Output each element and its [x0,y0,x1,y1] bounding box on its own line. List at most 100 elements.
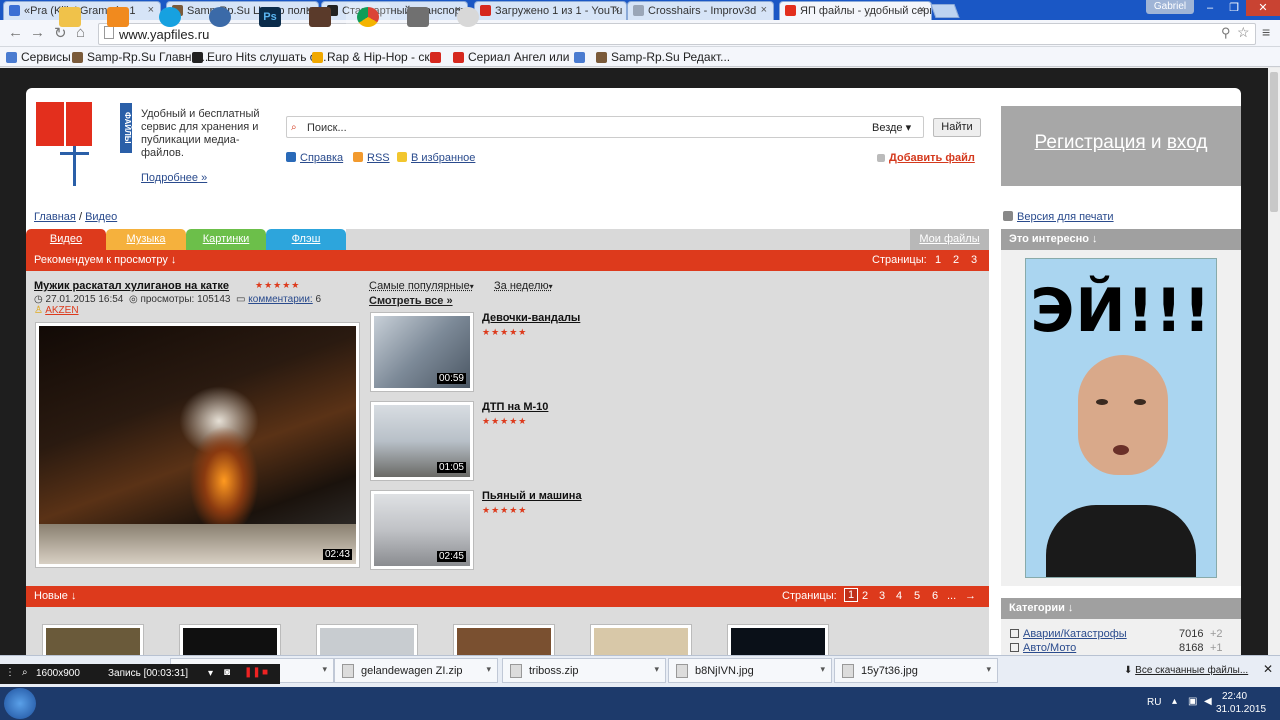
key-icon[interactable]: ⚲ [1221,25,1231,41]
bookmark-item[interactable]: Сериал Ангел или ... [453,50,583,64]
video-rating[interactable]: ★★★★★ [482,505,527,516]
download-item[interactable]: b8NjIVN.jpg ▾ [668,658,832,683]
search-input[interactable]: Поиск... [286,116,924,138]
featured-video-frame[interactable]: 02:43 [39,326,356,564]
video-title-link[interactable]: ДТП на М-10 [482,401,548,413]
download-menu-icon[interactable]: ▾ [820,664,825,675]
bookmark-item[interactable]: Сервисы [6,50,71,64]
register-link[interactable]: Регистрация [1035,132,1146,153]
period-filter[interactable]: За неделю▾ [494,280,553,292]
tab-close-icon[interactable]: × [614,4,620,16]
category-tab[interactable]: Видео [26,229,106,250]
video-rating[interactable]: ★★★★★ [482,416,527,427]
category-link[interactable]: Аварии/Катастрофы [1023,628,1127,640]
new-page-link[interactable]: 5 [914,590,920,602]
popular-filter[interactable]: Самые популярные▾ [369,280,474,292]
game-taskbar-icon[interactable] [298,3,342,31]
download-menu-icon[interactable]: ▾ [654,664,659,675]
new-page-link[interactable]: 4 [896,590,902,602]
new-page-link[interactable]: 1 [844,588,859,602]
thumbnail-image[interactable]: 01:05 [374,405,470,477]
rss-link-label[interactable]: RSS [367,152,390,164]
download-item[interactable]: triboss.zip ▾ [502,658,666,683]
category-link[interactable]: Авто/Мото [1023,642,1076,654]
new-video-thumbnail[interactable] [316,624,418,658]
recorder-menu-icon[interactable]: ⋮ [5,667,15,678]
thumbnail-image[interactable] [183,628,277,657]
new-video-thumbnail[interactable] [727,624,829,658]
skype-taskbar-icon[interactable] [148,3,192,31]
bookmark-item[interactable] [430,50,445,64]
help-link[interactable]: Справка [286,152,343,164]
help-link-label[interactable]: Справка [300,152,343,164]
photoshop-taskbar-icon[interactable]: Ps [248,3,292,31]
print-version-label[interactable]: Версия для печати [1017,211,1114,223]
camera-icon[interactable]: ◙ [224,667,230,678]
pause-icon[interactable]: ❚❚ [244,667,261,678]
thumbnail-image[interactable]: 02:45 [374,494,470,566]
rec-page-link[interactable]: 3 [971,254,977,266]
volume-icon[interactable]: ◀ [1204,696,1212,707]
scrollbar[interactable] [1268,68,1280,658]
browser-tab[interactable]: ЯП файлы - удобный серв × [779,1,932,20]
scrollbar-thumb[interactable] [1270,72,1278,212]
rec-page-link[interactable]: 1 [935,254,941,266]
thumbnail-image[interactable] [46,628,140,657]
new-page-link[interactable]: ... [947,590,956,602]
close-shelf-icon[interactable]: ✕ [1263,662,1273,676]
thumbnail-image[interactable] [731,628,825,657]
all-downloads-link[interactable]: Все скачанные файлы... [1135,665,1248,676]
start-button[interactable] [4,688,36,719]
network-icon[interactable]: ▣ [1188,696,1197,707]
tab-close-icon[interactable]: × [919,4,925,16]
new-video-thumbnail[interactable] [453,624,555,658]
thumbnail-image[interactable] [594,628,688,657]
featured-video-player[interactable]: 02:43 [35,322,360,568]
maximize-icon[interactable]: ❐ [1222,0,1246,16]
thumbnail-image[interactable] [457,628,551,657]
my-files-link[interactable]: Мои файлы [910,229,989,250]
category-tab[interactable]: Картинки [186,229,266,250]
favorites-link-label[interactable]: В избранное [411,152,475,164]
download-menu-icon[interactable]: ▾ [322,664,327,675]
clock-date[interactable]: 31.01.2015 [1216,704,1266,715]
video-title-link[interactable]: Девочки-вандалы [482,312,580,324]
stop-icon[interactable]: ■ [262,667,268,678]
back-icon[interactable]: ← [8,24,23,41]
bookmark-item[interactable]: Rap & Hip-Hop - ск... [312,50,440,64]
bookmark-item[interactable] [574,50,589,64]
video-rating[interactable]: ★★★★★ [482,327,527,338]
browser-tab[interactable]: Загружено 1 из 1 - YouTu × [474,1,627,20]
see-all-link[interactable]: Смотреть все » [369,295,453,307]
video-thumbnail[interactable]: 02:45 [370,490,474,570]
search-button[interactable]: Найти [933,118,981,137]
search-scope-select[interactable]: Везде ▾ [872,121,911,134]
recorder-dropdown-icon[interactable]: ▾ [208,668,213,679]
download-item[interactable]: 15y7t36.jpg ▾ [834,658,998,683]
bookmark-item[interactable]: Euro Hits слушать о... [192,50,326,64]
download-menu-icon[interactable]: ▾ [486,664,491,675]
bookmark-star-icon[interactable]: ☆ [1237,24,1250,41]
video-thumbnail[interactable]: 00:59 [370,312,474,392]
new-tab-button[interactable] [930,4,960,18]
add-file-link[interactable]: Добавить файл [877,152,975,164]
bookmark-item[interactable]: Samp-Rp.Su Главна... [72,50,208,64]
category-item[interactable]: Авто/Мото 8168 +1 [1010,642,1223,654]
video-thumbnail[interactable]: 01:05 [370,401,474,481]
language-indicator[interactable]: RU [1147,697,1161,708]
featured-video-title[interactable]: Мужик раскатал хулиганов на катке [34,280,229,292]
breadcrumb-home[interactable]: Главная [34,211,76,223]
bookmark-item[interactable]: Samp-Rp.Su Редакт... [596,50,730,64]
featured-author-link[interactable]: AKZEN [45,305,78,316]
recorder-taskbar-icon[interactable] [446,3,490,31]
thumbnail-image[interactable] [320,628,414,657]
profile-button[interactable]: Gabriel [1146,0,1194,14]
featured-rating[interactable]: ★★★★★ [255,280,300,291]
tray-arrow-icon[interactable]: ▴ [1172,696,1177,707]
category-tab[interactable]: Флэш [266,229,346,250]
download-item[interactable]: gelandewagen ZI.zip ▾ [334,658,498,683]
breadcrumb-video[interactable]: Видео [85,211,117,223]
disc-taskbar-icon[interactable] [198,3,242,31]
add-file-label[interactable]: Добавить файл [889,152,975,164]
new-page-link[interactable]: 3 [879,590,885,602]
